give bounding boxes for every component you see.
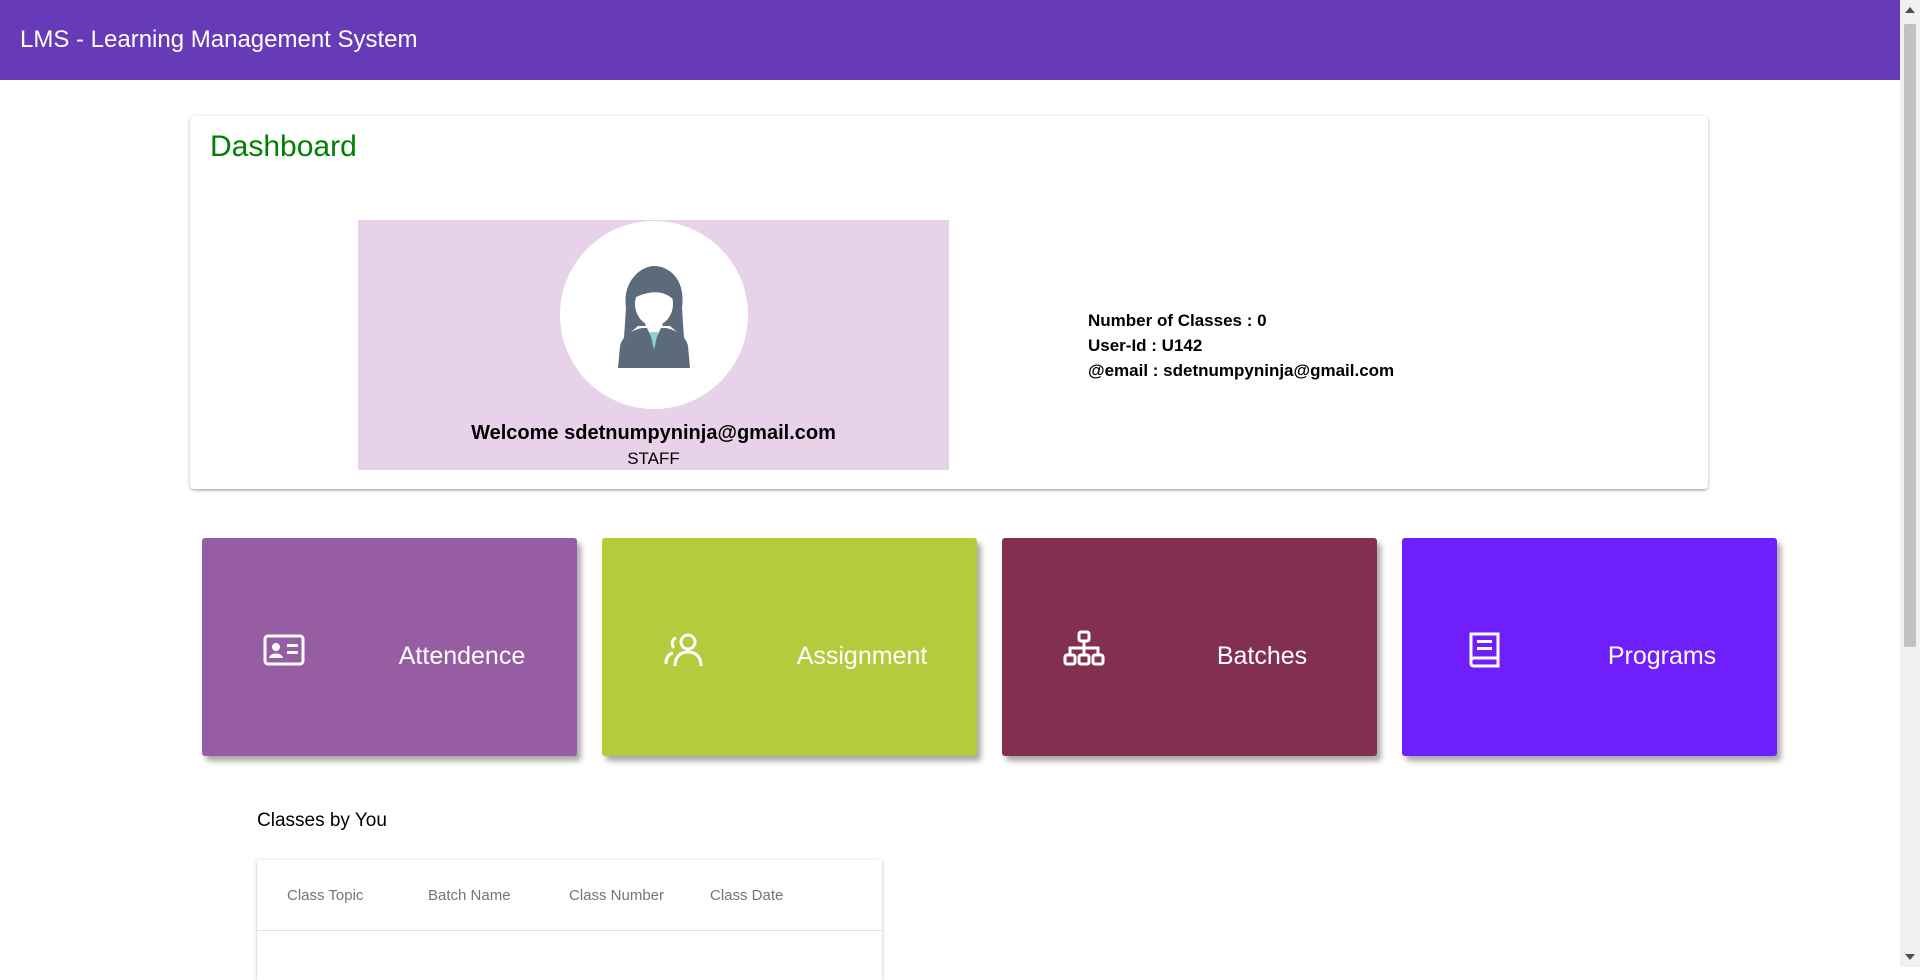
scroll-up-arrow-icon[interactable] [1905,7,1915,13]
tile-label-programs: Programs [1607,642,1717,670]
column-header-class-date[interactable]: Class Date [710,887,851,904]
sitemap-icon [1063,630,1105,666]
attendance-tile[interactable]: Attendence [202,538,577,756]
tile-label-attendence: Attendence [398,642,526,670]
classes-section-title: Classes by You [257,810,387,831]
user-email: @email : sdetnumpyninja@gmail.com [1088,361,1395,380]
book-icon [1469,632,1500,668]
id-card-icon [263,634,305,666]
user-id: User-Id : U142 [1088,336,1203,355]
assignment-tile[interactable]: Assignment [602,538,977,756]
programs-tile[interactable]: Programs [1402,538,1777,756]
classes-table: Class Topic Batch Name Class Number Clas… [257,860,882,980]
user-role: STAFF [627,449,680,468]
dashboard-card: Dashboard Welcome sdetnumpyninja@gmail.c… [190,116,1708,489]
class-count: Number of Classes : 0 [1088,311,1267,330]
tile-label-assignment: Assignment [796,642,928,670]
column-header-class-number[interactable]: Class Number [569,887,710,904]
female-user-avatar-icon [618,266,690,368]
vertical-scrollbar[interactable] [1900,0,1920,967]
scrollbar-thumb[interactable] [1904,24,1916,647]
app-title: LMS - Learning Management System [20,26,418,53]
page-title: Dashboard [210,130,357,163]
user-info: Number of Classes : 0 User-Id : U142 @em… [1088,308,1394,383]
users-icon [664,633,703,667]
column-header-batch-name[interactable]: Batch Name [428,887,569,904]
top-toolbar: LMS - Learning Management System [0,0,1900,80]
column-header-class-topic[interactable]: Class Topic [287,887,428,904]
table-header: Class Topic Batch Name Class Number Clas… [257,860,882,931]
avatar [560,221,748,409]
welcome-text: Welcome sdetnumpyninja@gmail.com [471,422,836,444]
scroll-down-arrow-icon[interactable] [1905,954,1915,960]
tile-label-batches: Batches [1216,642,1308,670]
profile-panel: Welcome sdetnumpyninja@gmail.com STAFF [358,220,949,470]
batches-tile[interactable]: Batches [1002,538,1377,756]
